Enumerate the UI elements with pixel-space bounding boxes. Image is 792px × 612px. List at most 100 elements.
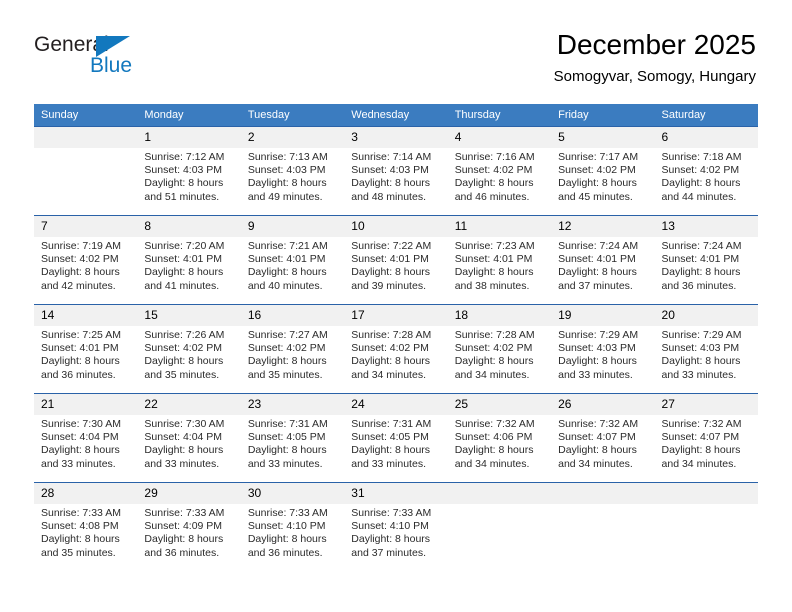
day-cell[interactable]: 2 Sunrise: 7:13 AM Sunset: 4:03 PM Dayli…	[240, 126, 345, 216]
day-details: Sunrise: 7:16 AM Sunset: 4:02 PM Dayligh…	[454, 151, 535, 203]
weekday-header-thursday: Thursday	[447, 104, 552, 127]
day-cell[interactable]: 8 Sunrise: 7:20 AM Sunset: 4:01 PM Dayli…	[137, 215, 241, 305]
day-number: 12	[551, 216, 655, 237]
day-cell[interactable]: 17 Sunrise: 7:28 AM Sunset: 4:02 PM Dayl…	[344, 304, 448, 394]
day-number	[654, 483, 758, 504]
day-cell[interactable]	[654, 482, 758, 571]
calendar-week-row: 1 Sunrise: 7:12 AM Sunset: 4:03 PM Dayli…	[34, 126, 758, 216]
day-details: Sunrise: 7:26 AM Sunset: 4:02 PM Dayligh…	[144, 329, 225, 381]
day-cell[interactable]: 25 Sunrise: 7:32 AM Sunset: 4:06 PM Dayl…	[447, 393, 552, 483]
day-cell[interactable]: 24 Sunrise: 7:31 AM Sunset: 4:05 PM Dayl…	[344, 393, 448, 483]
day-number: 7	[34, 216, 138, 237]
day-number: 2	[240, 127, 345, 148]
day-number: 10	[344, 216, 448, 237]
day-cell[interactable]: 7 Sunrise: 7:19 AM Sunset: 4:02 PM Dayli…	[34, 215, 138, 305]
day-details: Sunrise: 7:13 AM Sunset: 4:03 PM Dayligh…	[247, 151, 328, 203]
day-details: Sunrise: 7:17 AM Sunset: 4:02 PM Dayligh…	[558, 151, 639, 203]
day-cell[interactable]: 28 Sunrise: 7:33 AM Sunset: 4:08 PM Dayl…	[34, 482, 138, 571]
weekday-header-monday: Monday	[137, 104, 241, 127]
day-cell[interactable]	[34, 126, 138, 216]
day-details	[551, 504, 654, 507]
day-number: 14	[34, 305, 138, 326]
day-number: 22	[137, 394, 241, 415]
day-details: Sunrise: 7:30 AM Sunset: 4:04 PM Dayligh…	[144, 418, 225, 470]
day-details: Sunrise: 7:14 AM Sunset: 4:03 PM Dayligh…	[351, 151, 432, 203]
day-details: Sunrise: 7:19 AM Sunset: 4:02 PM Dayligh…	[41, 240, 121, 292]
day-details: Sunrise: 7:29 AM Sunset: 4:03 PM Dayligh…	[661, 329, 742, 381]
day-cell[interactable]: 9 Sunrise: 7:21 AM Sunset: 4:01 PM Dayli…	[240, 215, 345, 305]
day-cell[interactable]	[447, 482, 552, 571]
day-details: Sunrise: 7:27 AM Sunset: 4:02 PM Dayligh…	[247, 329, 328, 381]
day-number: 17	[344, 305, 448, 326]
day-cell[interactable]: 3 Sunrise: 7:14 AM Sunset: 4:03 PM Dayli…	[344, 126, 448, 216]
day-number: 5	[551, 127, 655, 148]
weekday-header-friday: Friday	[551, 104, 655, 127]
day-number: 13	[654, 216, 758, 237]
day-details: Sunrise: 7:20 AM Sunset: 4:01 PM Dayligh…	[144, 240, 225, 292]
day-number	[447, 483, 552, 504]
page-subtitle: Somogyvar, Somogy, Hungary	[553, 68, 756, 85]
day-cell[interactable]: 15 Sunrise: 7:26 AM Sunset: 4:02 PM Dayl…	[137, 304, 241, 394]
calendar-header-row: Sunday Monday Tuesday Wednesday Thursday…	[34, 104, 758, 127]
day-cell[interactable]: 4 Sunrise: 7:16 AM Sunset: 4:02 PM Dayli…	[447, 126, 552, 216]
day-number: 11	[447, 216, 552, 237]
day-cell[interactable]: 18 Sunrise: 7:28 AM Sunset: 4:02 PM Dayl…	[447, 304, 552, 394]
day-cell[interactable]: 10 Sunrise: 7:22 AM Sunset: 4:01 PM Dayl…	[344, 215, 448, 305]
day-details: Sunrise: 7:32 AM Sunset: 4:07 PM Dayligh…	[661, 418, 742, 470]
day-number: 20	[654, 305, 758, 326]
day-cell[interactable]: 26 Sunrise: 7:32 AM Sunset: 4:07 PM Dayl…	[551, 393, 655, 483]
day-cell[interactable]: 5 Sunrise: 7:17 AM Sunset: 4:02 PM Dayli…	[551, 126, 655, 216]
day-number: 18	[447, 305, 552, 326]
day-number: 3	[344, 127, 448, 148]
day-number: 4	[447, 127, 552, 148]
day-cell[interactable]: 29 Sunrise: 7:33 AM Sunset: 4:09 PM Dayl…	[137, 482, 241, 571]
generalblue-logo[interactable]: General Blue	[34, 33, 214, 85]
day-cell[interactable]: 13 Sunrise: 7:24 AM Sunset: 4:01 PM Dayl…	[654, 215, 758, 305]
day-cell[interactable]: 19 Sunrise: 7:29 AM Sunset: 4:03 PM Dayl…	[551, 304, 655, 394]
weekday-header-saturday: Saturday	[654, 104, 758, 127]
day-number: 24	[344, 394, 448, 415]
day-number: 30	[240, 483, 345, 504]
day-number: 26	[551, 394, 655, 415]
day-cell[interactable]: 20 Sunrise: 7:29 AM Sunset: 4:03 PM Dayl…	[654, 304, 758, 394]
day-cell[interactable]: 23 Sunrise: 7:31 AM Sunset: 4:05 PM Dayl…	[240, 393, 345, 483]
day-details: Sunrise: 7:31 AM Sunset: 4:05 PM Dayligh…	[247, 418, 328, 470]
day-cell[interactable]: 27 Sunrise: 7:32 AM Sunset: 4:07 PM Dayl…	[654, 393, 758, 483]
day-cell[interactable]: 21 Sunrise: 7:30 AM Sunset: 4:04 PM Dayl…	[34, 393, 138, 483]
day-details: Sunrise: 7:24 AM Sunset: 4:01 PM Dayligh…	[661, 240, 742, 292]
weekday-header-tuesday: Tuesday	[240, 104, 345, 127]
day-cell[interactable]: 6 Sunrise: 7:18 AM Sunset: 4:02 PM Dayli…	[654, 126, 758, 216]
day-details: Sunrise: 7:33 AM Sunset: 4:10 PM Dayligh…	[247, 507, 328, 559]
title-block: December 2025 Somogyvar, Somogy, Hungary	[554, 28, 756, 86]
day-cell[interactable]: 16 Sunrise: 7:27 AM Sunset: 4:02 PM Dayl…	[240, 304, 345, 394]
calendar-week-row: 14 Sunrise: 7:25 AM Sunset: 4:01 PM Dayl…	[34, 304, 758, 394]
day-details: Sunrise: 7:28 AM Sunset: 4:02 PM Dayligh…	[454, 329, 535, 381]
page-header: General Blue December 2025 Somogyvar, So…	[0, 0, 792, 100]
calendar-grid: Sunday Monday Tuesday Wednesday Thursday…	[34, 104, 758, 571]
day-cell[interactable]	[551, 482, 655, 571]
day-details: Sunrise: 7:22 AM Sunset: 4:01 PM Dayligh…	[351, 240, 432, 292]
day-cell[interactable]: 14 Sunrise: 7:25 AM Sunset: 4:01 PM Dayl…	[34, 304, 138, 394]
calendar-week-row: 28 Sunrise: 7:33 AM Sunset: 4:08 PM Dayl…	[34, 482, 758, 571]
day-number: 16	[240, 305, 345, 326]
day-number: 15	[137, 305, 241, 326]
day-details: Sunrise: 7:30 AM Sunset: 4:04 PM Dayligh…	[41, 418, 121, 470]
day-details: Sunrise: 7:33 AM Sunset: 4:08 PM Dayligh…	[41, 507, 121, 559]
day-cell[interactable]: 22 Sunrise: 7:30 AM Sunset: 4:04 PM Dayl…	[137, 393, 241, 483]
day-details	[655, 504, 758, 507]
day-cell[interactable]: 31 Sunrise: 7:33 AM Sunset: 4:10 PM Dayl…	[344, 482, 448, 571]
day-details: Sunrise: 7:29 AM Sunset: 4:03 PM Dayligh…	[558, 329, 639, 381]
day-details: Sunrise: 7:12 AM Sunset: 4:03 PM Dayligh…	[144, 151, 225, 203]
day-cell[interactable]: 30 Sunrise: 7:33 AM Sunset: 4:10 PM Dayl…	[240, 482, 345, 571]
day-number: 23	[240, 394, 345, 415]
day-cell[interactable]: 1 Sunrise: 7:12 AM Sunset: 4:03 PM Dayli…	[137, 126, 241, 216]
day-number: 21	[34, 394, 138, 415]
day-details: Sunrise: 7:21 AM Sunset: 4:01 PM Dayligh…	[247, 240, 328, 292]
day-cell[interactable]: 11 Sunrise: 7:23 AM Sunset: 4:01 PM Dayl…	[447, 215, 552, 305]
calendar-page: General Blue December 2025 Somogyvar, So…	[0, 0, 792, 612]
day-cell[interactable]: 12 Sunrise: 7:24 AM Sunset: 4:01 PM Dayl…	[551, 215, 655, 305]
day-details: Sunrise: 7:31 AM Sunset: 4:05 PM Dayligh…	[351, 418, 432, 470]
day-number	[551, 483, 655, 504]
day-number	[34, 127, 138, 148]
day-number: 9	[240, 216, 345, 237]
